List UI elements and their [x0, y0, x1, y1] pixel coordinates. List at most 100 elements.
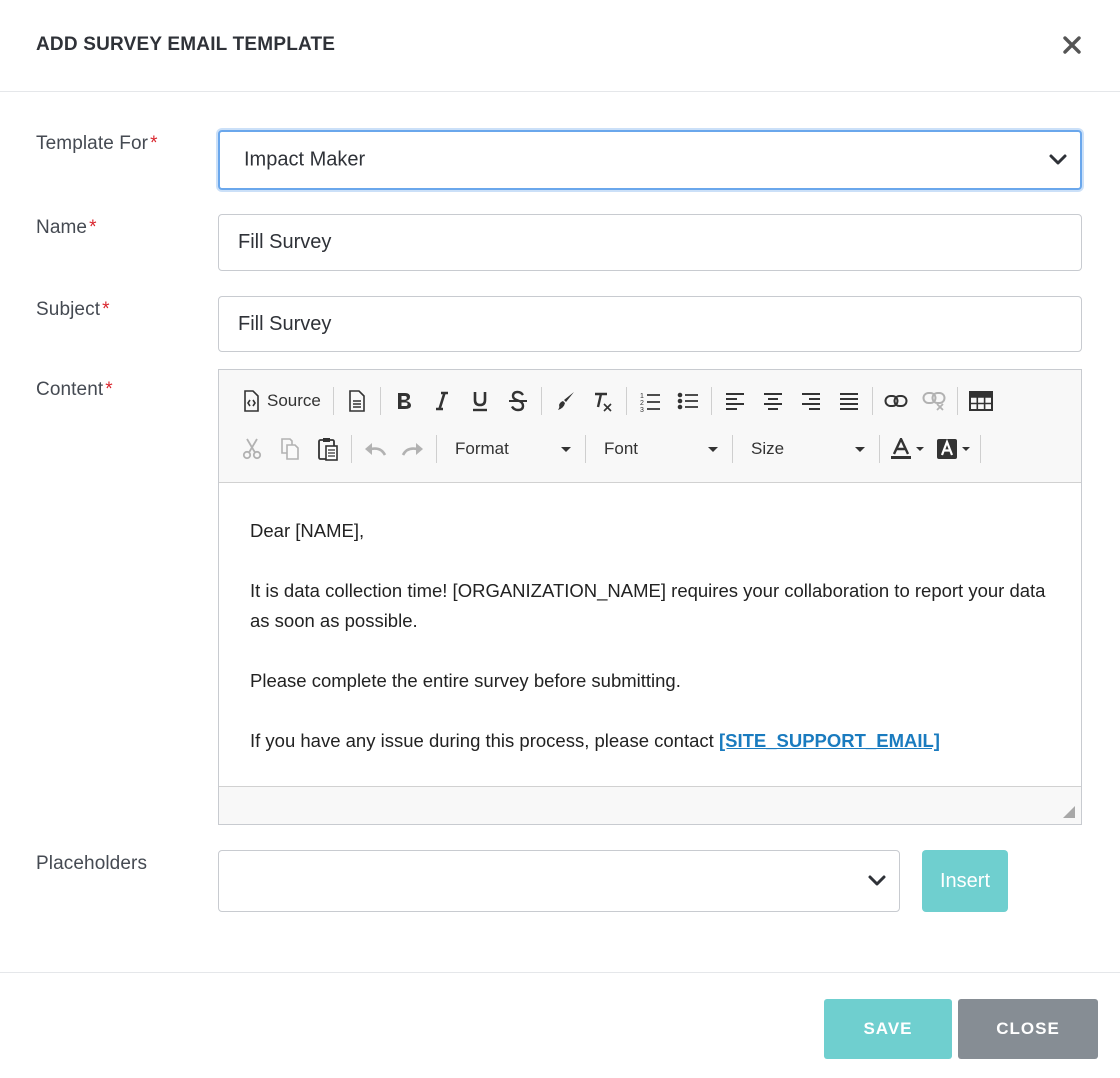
toolbar-separator	[956, 387, 958, 415]
underline-icon	[472, 392, 487, 412]
font-combo[interactable]: Font	[590, 431, 728, 467]
caret-down-icon	[855, 446, 865, 452]
background-color-icon	[937, 438, 957, 459]
toolbar-separator	[436, 435, 437, 463]
size-combo[interactable]: Size	[737, 431, 875, 467]
source-label: Source	[267, 391, 321, 410]
required-asterisk: *	[89, 217, 97, 238]
editor-toolbar: Source 1 2 3 Format Font Size	[219, 370, 1081, 483]
redo-icon	[401, 443, 423, 456]
remove-format-button[interactable]	[584, 383, 622, 419]
table-button[interactable]	[962, 383, 1000, 419]
required-asterisk: *	[102, 299, 110, 320]
close-button[interactable]: CLOSE	[958, 999, 1098, 1059]
template-for-label: Template For *	[36, 133, 158, 154]
link-button[interactable]	[877, 383, 915, 419]
placeholders-select[interactable]	[218, 850, 900, 912]
editor-content-area[interactable]: Dear [NAME], It is data collection time!…	[219, 484, 1081, 786]
font-combo-label: Font	[604, 439, 639, 458]
justify-icon	[839, 393, 858, 410]
svg-text:3: 3	[640, 407, 644, 412]
paintbrush-icon	[557, 392, 574, 410]
toolbar-row-2: Format Font Size	[233, 429, 985, 469]
support-email-link[interactable]: [SITE_SUPPORT_EMAIL]	[719, 730, 940, 751]
source-icon	[244, 390, 259, 412]
background-color-button[interactable]	[930, 431, 976, 467]
add-survey-email-template-modal: ADD SURVEY EMAIL TEMPLATE Template For * …	[0, 0, 1120, 1078]
contact-text: If you have any issue during this proces…	[250, 730, 719, 751]
text-color-button[interactable]	[884, 431, 930, 467]
clipboard-icon	[318, 438, 338, 461]
content-label: Content *	[36, 379, 113, 400]
name-input[interactable]	[218, 214, 1082, 271]
undo-button[interactable]	[356, 431, 394, 467]
toolbar-separator	[871, 387, 873, 415]
modal-footer: SAVE CLOSE	[0, 972, 1120, 1078]
document-icon	[349, 390, 365, 412]
resize-handle-icon[interactable]	[1063, 806, 1075, 818]
align-right-icon	[801, 393, 820, 410]
toolbar-separator	[710, 387, 712, 415]
subject-label: Subject *	[36, 299, 110, 320]
toolbar-separator	[332, 387, 334, 415]
copy-button[interactable]	[271, 431, 309, 467]
save-button[interactable]: SAVE	[824, 999, 952, 1059]
unlink-button[interactable]	[915, 383, 953, 419]
toolbar-row-1: Source 1 2 3	[233, 381, 1000, 421]
bold-icon	[397, 393, 411, 409]
underline-button[interactable]	[461, 383, 499, 419]
placeholders-label: Placeholders	[36, 853, 148, 874]
svg-text:1: 1	[640, 393, 644, 400]
table-icon	[968, 391, 993, 411]
align-left-button[interactable]	[716, 383, 754, 419]
unlink-icon	[922, 392, 946, 411]
modal-title: ADD SURVEY EMAIL TEMPLATE	[36, 34, 336, 55]
bulleted-list-icon	[677, 392, 698, 410]
numbered-list-button[interactable]: 123	[631, 383, 669, 419]
caret-down-icon	[708, 446, 718, 452]
chevron-down-icon	[868, 875, 886, 886]
toolbar-separator	[585, 435, 586, 463]
bulleted-list-button[interactable]	[669, 383, 707, 419]
rich-text-editor: Source 1 2 3 Format Font Size Dear [NAME…	[218, 369, 1082, 825]
justify-button[interactable]	[830, 383, 868, 419]
toolbar-separator	[980, 435, 981, 463]
svg-text:2: 2	[640, 400, 644, 407]
subject-input[interactable]	[218, 296, 1082, 352]
required-asterisk: *	[150, 133, 158, 154]
caret-down-icon	[916, 447, 924, 451]
align-center-button[interactable]	[754, 383, 792, 419]
scissors-icon	[242, 438, 262, 460]
align-right-button[interactable]	[792, 383, 830, 419]
undo-icon	[365, 443, 387, 456]
modal-header: ADD SURVEY EMAIL TEMPLATE	[0, 0, 1120, 92]
copy-formatting-button[interactable]	[546, 383, 584, 419]
numbered-list-icon: 123	[640, 393, 660, 412]
paste-button[interactable]	[309, 431, 347, 467]
toolbar-separator	[879, 435, 880, 463]
italic-icon	[435, 391, 448, 411]
clear-formatting-icon	[594, 392, 612, 412]
redo-button[interactable]	[394, 431, 432, 467]
new-page-button[interactable]	[338, 383, 376, 419]
email-paragraph: If you have any issue during this proces…	[250, 726, 1051, 756]
format-combo[interactable]: Format	[441, 431, 581, 467]
cut-button[interactable]	[233, 431, 271, 467]
caret-down-icon	[962, 447, 970, 451]
email-paragraph: Please complete the entire survey before…	[250, 670, 681, 691]
toolbar-separator	[732, 435, 733, 463]
toolbar-separator	[625, 387, 627, 415]
close-x-icon[interactable]	[1058, 30, 1086, 60]
italic-button[interactable]	[423, 383, 461, 419]
chevron-down-icon	[1049, 154, 1067, 165]
source-button[interactable]: Source	[233, 383, 329, 419]
editor-footer	[219, 786, 1081, 824]
template-for-select[interactable]: Impact Maker	[218, 130, 1082, 190]
strikethrough-button[interactable]	[499, 383, 537, 419]
copy-icon	[281, 438, 299, 460]
bold-button[interactable]	[385, 383, 423, 419]
toolbar-separator	[540, 387, 542, 415]
name-label: Name *	[36, 217, 97, 238]
required-asterisk: *	[105, 379, 113, 400]
insert-placeholder-button[interactable]: Insert	[922, 850, 1008, 912]
